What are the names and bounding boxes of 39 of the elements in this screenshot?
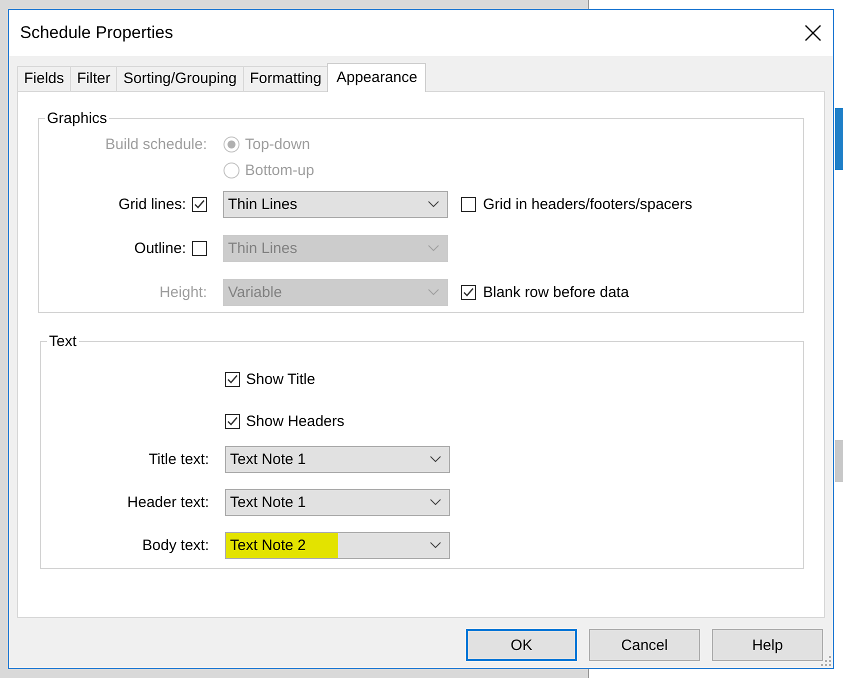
checkbox-label: Show Title [246, 370, 316, 388]
resize-grip-icon[interactable] [821, 656, 831, 666]
dropdown[interactable]: Text Note 2 [225, 532, 450, 559]
checkbox[interactable] [225, 414, 240, 428]
caret-icon [430, 456, 441, 463]
caret-icon [430, 499, 441, 506]
dialog-button[interactable]: OK [466, 629, 577, 661]
caret-icon [430, 542, 441, 549]
field-label: Height: [159, 284, 207, 301]
dropdown[interactable]: Text Note 1 [225, 446, 450, 473]
checkbox[interactable] [192, 241, 207, 256]
checkbox[interactable] [192, 197, 207, 212]
field-label: Body text: [142, 537, 209, 554]
dropdown[interactable]: Text Note 1 [225, 489, 450, 516]
radio-label: Bottom-up [245, 162, 314, 178]
field-label: Outline: [134, 240, 186, 257]
field-label: Build schedule: [105, 136, 207, 152]
background-bar [835, 440, 843, 482]
checkbox[interactable] [225, 372, 240, 386]
caret-icon [428, 201, 439, 208]
radio-label: Top-down [245, 136, 310, 152]
group-title: Graphics [46, 110, 108, 127]
field-label: Header text: [127, 494, 209, 511]
tab[interactable]: Fields [17, 66, 72, 91]
caret-icon [428, 289, 439, 296]
close-icon[interactable] [805, 25, 821, 41]
dropdown[interactable]: Thin Lines [223, 191, 448, 218]
caret-icon [428, 245, 439, 252]
checkbox[interactable] [461, 197, 476, 212]
dialog-button[interactable]: Cancel [589, 629, 700, 661]
dialog-button[interactable]: Help [712, 629, 823, 661]
field-label: Grid lines: [118, 196, 186, 213]
group-title: Text [48, 333, 78, 350]
window-title: Schedule Properties [20, 23, 174, 43]
checkbox-label: Grid in headers/footers/spacers [483, 196, 692, 213]
field-label: Title text: [148, 451, 209, 468]
checkbox-label: Blank row before data [483, 284, 629, 301]
checkbox-label: Show Headers [246, 412, 344, 430]
tab[interactable]: Appearance [327, 63, 426, 92]
